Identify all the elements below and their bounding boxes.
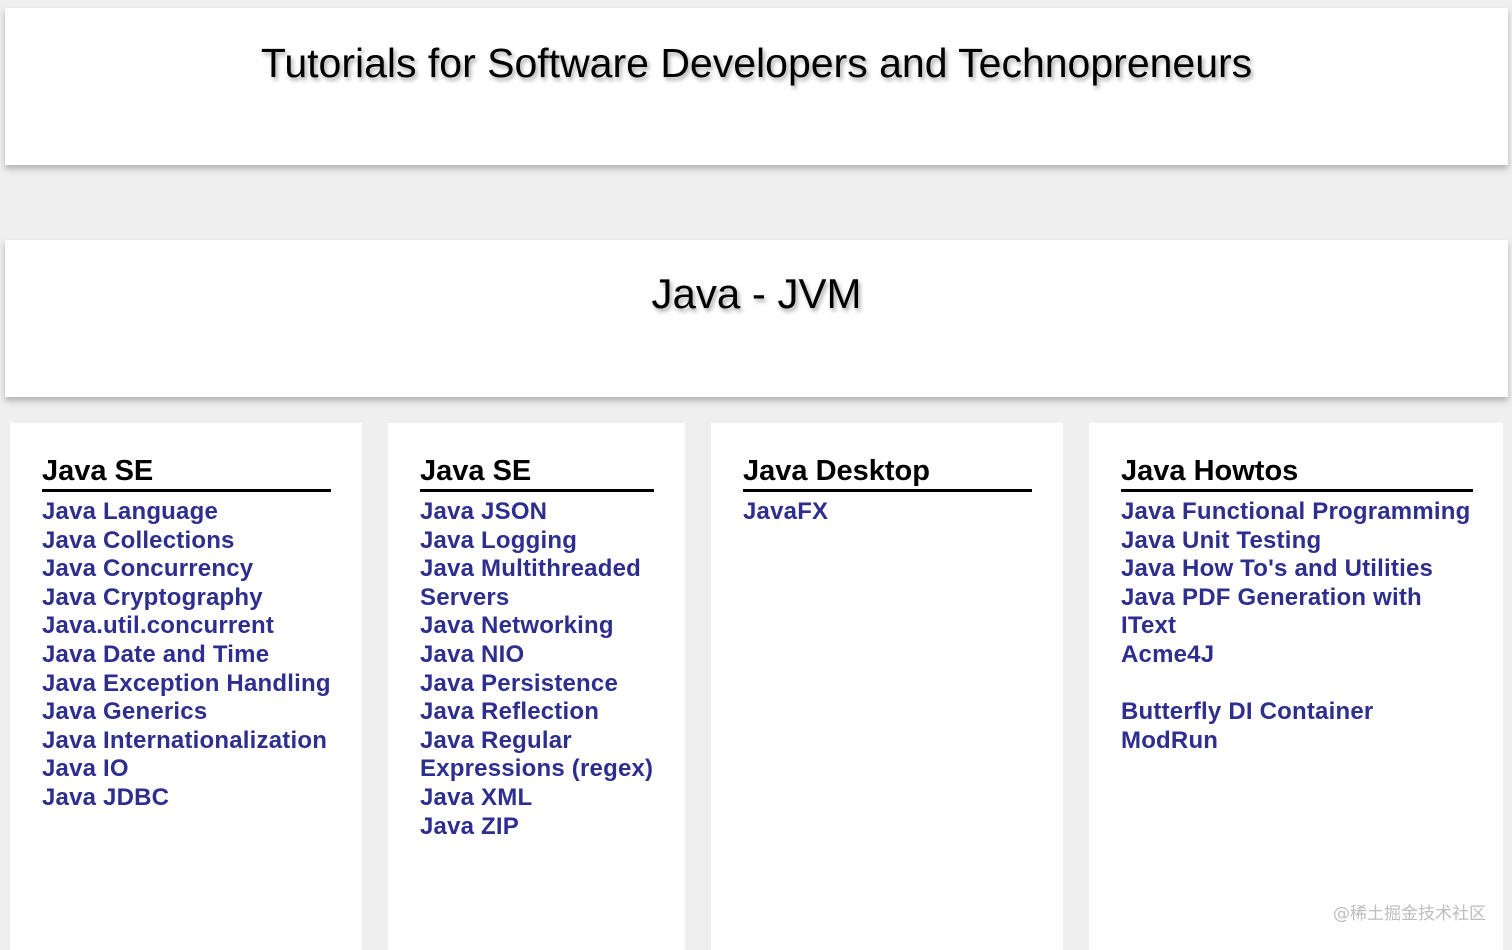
nav-link-java-functional-programming[interactable]: Java Functional Programming <box>1121 498 1473 527</box>
link-text[interactable]: Java Generics <box>42 698 207 725</box>
link-list: Java Language Java Collections Java Conc… <box>42 498 331 813</box>
nav-link-java-unit-testing[interactable]: Java Unit Testing <box>1121 527 1473 556</box>
nav-link-java-reflection[interactable]: Java Reflection <box>420 698 654 727</box>
nav-link-modrun[interactable]: ModRun <box>1121 727 1473 756</box>
link-text[interactable]: Java IO <box>42 755 129 782</box>
nav-link-java-jdbc[interactable]: Java JDBC <box>42 784 331 813</box>
link-list: JavaFX <box>743 498 1032 527</box>
link-text[interactable]: Java Internationalization <box>42 727 327 754</box>
nav-column-java-se-1: Java SE Java Language Java Collections J… <box>10 423 362 950</box>
nav-column-java-desktop: Java Desktop JavaFX <box>711 423 1063 950</box>
nav-link-java-json[interactable]: Java JSON <box>420 498 654 527</box>
column-heading: Java SE <box>42 453 331 492</box>
link-text[interactable]: Java JDBC <box>42 784 169 811</box>
nav-link-butterfly-di[interactable]: Butterfly DI Container <box>1121 698 1473 727</box>
link-list: Java Functional Programming Java Unit Te… <box>1121 498 1473 755</box>
link-text[interactable]: Java XML <box>420 784 532 811</box>
link-text[interactable]: Java Networking <box>420 612 614 639</box>
column-heading: Java Howtos <box>1121 453 1473 492</box>
nav-link-java-xml[interactable]: Java XML <box>420 784 654 813</box>
site-header: Tutorials for Software Developers and Te… <box>5 8 1508 165</box>
nav-link-java-logging[interactable]: Java Logging <box>420 527 654 556</box>
link-text[interactable]: Java Date and Time <box>42 641 269 668</box>
link-text[interactable]: Java.util.concurrent <box>42 612 274 639</box>
nav-link-java-internationalization[interactable]: Java Internationalization <box>42 727 331 756</box>
link-text[interactable]: Java Exception Handling <box>42 670 331 697</box>
link-text[interactable]: Java Persistence <box>420 670 618 697</box>
nav-link-java-nio[interactable]: Java NIO <box>420 641 654 670</box>
nav-column-java-howtos: Java Howtos Java Functional Programming … <box>1089 423 1503 950</box>
nav-link-java-howtos-utilities[interactable]: Java How To's and Utilities <box>1121 555 1473 584</box>
nav-link-java-cryptography[interactable]: Java Cryptography <box>42 584 331 613</box>
link-text[interactable]: Java ZIP <box>420 813 519 840</box>
link-text[interactable]: Java Functional Programming <box>1121 498 1470 525</box>
link-text[interactable]: Java NIO <box>420 641 524 668</box>
link-text[interactable]: Java Unit Testing <box>1121 527 1321 554</box>
nav-link-java-persistence[interactable]: Java Persistence <box>420 670 654 699</box>
link-text[interactable]: Java How To's and Utilities <box>1121 555 1433 582</box>
column-heading: Java Desktop <box>743 453 1032 492</box>
nav-link-acme4j[interactable]: Acme4J <box>1121 641 1473 670</box>
nav-column-java-se-2: Java SE Java JSON Java Logging Java Mult… <box>388 423 685 950</box>
column-heading: Java SE <box>420 453 654 492</box>
nav-link-java-zip[interactable]: Java ZIP <box>420 813 654 842</box>
list-spacer <box>1121 670 1473 699</box>
link-text[interactable]: Java Language <box>42 498 218 525</box>
nav-link-java-pdf-itext[interactable]: Java PDF Generation with IText <box>1121 584 1473 641</box>
nav-link-java-multithreaded-servers[interactable]: Java Multithreaded Servers <box>420 555 654 612</box>
link-list: Java JSON Java Logging Java Multithreade… <box>420 498 654 841</box>
link-text[interactable]: Java Concurrency <box>42 555 253 582</box>
link-text[interactable]: Butterfly DI Container <box>1121 698 1373 725</box>
nav-link-java-concurrency[interactable]: Java Concurrency <box>42 555 331 584</box>
link-text[interactable]: Java Collections <box>42 527 235 554</box>
watermark: @稀土掘金技术社区 <box>1333 904 1486 924</box>
nav-link-java-language[interactable]: Java Language <box>42 498 331 527</box>
link-text[interactable]: Java Logging <box>420 527 577 554</box>
link-text[interactable]: Java PDF Generation with IText <box>1121 584 1422 640</box>
nav-link-java-util-concurrent[interactable]: Java.util.concurrent <box>42 612 331 641</box>
page-banner: Java - JVM <box>5 240 1508 397</box>
link-text[interactable]: Java Reflection <box>420 698 599 725</box>
nav-link-java-io[interactable]: Java IO <box>42 755 331 784</box>
link-text[interactable]: Java Multithreaded Servers <box>420 555 641 611</box>
link-text[interactable]: Java Cryptography <box>42 584 263 611</box>
link-text[interactable]: Java Regular Expressions (regex) <box>420 727 653 783</box>
link-text[interactable]: JavaFX <box>743 498 828 525</box>
nav-link-java-generics[interactable]: Java Generics <box>42 698 331 727</box>
nav-link-java-date-time[interactable]: Java Date and Time <box>42 641 331 670</box>
nav-link-java-collections[interactable]: Java Collections <box>42 527 331 556</box>
nav-link-java-exception-handling[interactable]: Java Exception Handling <box>42 670 331 699</box>
nav-link-java-regex[interactable]: Java Regular Expressions (regex) <box>420 727 654 784</box>
site-title: Tutorials for Software Developers and Te… <box>260 40 1253 86</box>
link-text[interactable]: ModRun <box>1121 727 1218 754</box>
page-title: Java - JVM <box>651 270 862 317</box>
link-text[interactable]: Java JSON <box>420 498 547 525</box>
link-text[interactable]: Acme4J <box>1121 641 1214 668</box>
nav-link-java-networking[interactable]: Java Networking <box>420 612 654 641</box>
nav-link-javafx[interactable]: JavaFX <box>743 498 1032 527</box>
